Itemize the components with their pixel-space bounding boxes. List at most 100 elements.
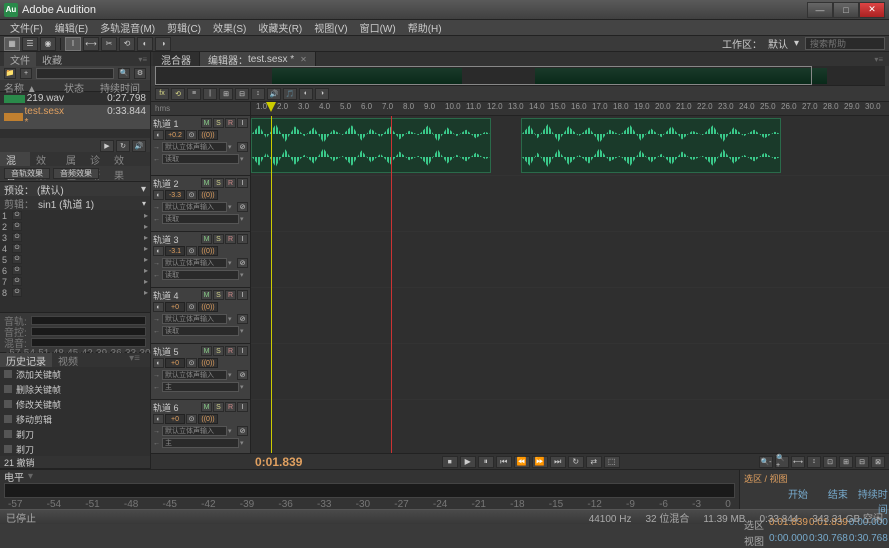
record-button[interactable]: R (225, 234, 236, 244)
input-dropdown[interactable]: 默认立体声输入 (162, 314, 227, 324)
record-button[interactable]: R (225, 118, 236, 128)
record-button[interactable]: R (225, 178, 236, 188)
track-header[interactable]: 轨道 6MSRI ◐+0⊙((0)) →默认立体声输入▾⊘ ←主▾ (151, 400, 250, 453)
track-header[interactable]: 轨道 2MSRI ◐-3.3⊙((0)) →默认立体声输入▾⊘ ←读取▾ (151, 176, 250, 232)
menu-item[interactable]: 帮助(H) (402, 20, 448, 35)
solo-button[interactable]: S (213, 118, 224, 128)
video-tab[interactable]: 视频 (52, 353, 84, 367)
files-tab[interactable]: 文件 (4, 52, 36, 67)
mute-button[interactable]: M (201, 346, 212, 356)
help-search-input[interactable] (805, 37, 885, 50)
fx-chevron-icon[interactable]: ▸ (144, 233, 148, 242)
record-button[interactable]: R (225, 290, 236, 300)
record-button[interactable]: R (225, 402, 236, 412)
tool-button[interactable]: ⟷ (83, 37, 99, 51)
fx-power-icon[interactable]: ⏻ (12, 222, 22, 231)
fx-power-icon[interactable]: ⏻ (12, 266, 22, 275)
monitor-button[interactable]: I (237, 290, 248, 300)
mute-button[interactable]: M (201, 178, 212, 188)
menu-item[interactable]: 剪辑(C) (161, 20, 207, 35)
track-fx-button[interactable]: 音轨效果 (4, 168, 50, 179)
pan-knob[interactable]: ((0)) (198, 302, 218, 312)
zoom-button[interactable]: 🔍- (759, 456, 773, 468)
fx-power-icon[interactable]: ⏻ (12, 255, 22, 264)
track-lane[interactable] (251, 116, 889, 176)
editor-panel-menu-icon[interactable]: ▾≡ (874, 55, 883, 64)
track-lane[interactable] (251, 400, 889, 453)
track-header[interactable]: 轨道 3MSRI ◐-3.1⊙((0)) →默认立体声输入▾⊘ ←读取▾ (151, 232, 250, 288)
playhead-marker[interactable] (266, 102, 276, 112)
track-lane[interactable] (251, 344, 889, 400)
open-file-icon[interactable]: 📁 (4, 68, 16, 79)
fx-power-icon[interactable]: ⏻ (12, 233, 22, 242)
preview-button[interactable]: 🔊 (132, 140, 146, 152)
output-dropdown[interactable]: 读取 (162, 326, 239, 336)
record-button[interactable]: R (225, 346, 236, 356)
workspace-chevron-icon[interactable]: ▾ (794, 38, 799, 49)
volume-knob[interactable]: +0.2 (165, 130, 185, 140)
input-dropdown[interactable]: 默认立体声输入 (162, 370, 227, 380)
volume-knob[interactable]: +0 (165, 302, 185, 312)
output-dropdown[interactable]: 读取 (162, 270, 239, 280)
mute-button[interactable]: M (201, 234, 212, 244)
fx-chevron-icon[interactable]: ▸ (144, 255, 148, 264)
track-tool-button[interactable]: ↕ (251, 88, 265, 100)
selview-value[interactable]: 0:30.768 (809, 533, 848, 548)
fx-chevron-icon[interactable]: ▸ (144, 266, 148, 275)
solo-button[interactable]: S (213, 234, 224, 244)
zoom-button[interactable]: ↕ (807, 456, 821, 468)
track-tool-button[interactable]: | (203, 88, 217, 100)
zoom-button[interactable]: ⟷ (791, 456, 805, 468)
files-filter-dropdown[interactable] (36, 68, 114, 79)
mixer-view-tab[interactable]: 混合器 (153, 52, 200, 66)
selview-value[interactable]: 0:30.768 (849, 533, 888, 548)
ruler-unit[interactable]: hms (151, 102, 251, 115)
overview-selection[interactable] (155, 66, 812, 85)
file-row[interactable]: 219.wav0:27.798 (0, 92, 150, 105)
preview-button[interactable]: ↻ (116, 140, 130, 152)
tool-button[interactable]: I (65, 37, 81, 51)
transport-button[interactable]: ⏮ (496, 456, 512, 468)
output-dropdown[interactable]: 读取 (162, 154, 239, 164)
fx-power-icon[interactable]: ⏻ (12, 211, 22, 220)
selview-value[interactable]: 0:00.000 (769, 533, 808, 548)
mixer-tab[interactable]: 效果组 (30, 152, 60, 166)
minimize-button[interactable]: — (807, 2, 833, 18)
track-tool-button[interactable]: ⊟ (235, 88, 249, 100)
menu-item[interactable]: 多轨混音(M) (94, 20, 161, 35)
maximize-button[interactable]: □ (833, 2, 859, 18)
mixer-tab[interactable]: 属性 (60, 152, 84, 166)
solo-button[interactable]: S (213, 402, 224, 412)
files-search-icon[interactable]: 🔍 (118, 68, 130, 79)
output-dropdown[interactable]: 主 (162, 438, 239, 448)
mixer-tab[interactable]: 效果组 (108, 152, 138, 166)
transport-button[interactable]: ⏪ (514, 456, 530, 468)
zoom-button[interactable]: ⊞ (839, 456, 853, 468)
column-header[interactable]: 名称 ▲ (4, 80, 64, 91)
playhead-line[interactable] (271, 116, 272, 453)
monitor-button[interactable]: I (237, 178, 248, 188)
fx-chevron-icon[interactable]: ▸ (144, 244, 148, 253)
track-tool-button[interactable]: ◑ (315, 88, 329, 100)
zoom-button[interactable]: ⊟ (855, 456, 869, 468)
output-dropdown[interactable]: 读取 (162, 214, 239, 224)
volume-knob[interactable]: -3.1 (165, 246, 185, 256)
levels-menu-icon[interactable]: ▾ (28, 471, 33, 482)
volume-knob[interactable]: +0 (165, 414, 185, 424)
track-tool-button[interactable]: ≡ (187, 88, 201, 100)
file-row[interactable]: test.sesx *0:33.844 (0, 105, 150, 129)
mixer-tab[interactable]: 混音器 (0, 152, 30, 166)
monitor-button[interactable]: I (237, 402, 248, 412)
menu-item[interactable]: 收藏夹(R) (252, 20, 308, 35)
favorites-tab[interactable]: 收藏 (36, 52, 68, 67)
monitor-button[interactable]: I (237, 346, 248, 356)
history-menu-icon[interactable]: ▾≡ (123, 353, 146, 367)
pan-knob[interactable]: ((0)) (198, 130, 218, 140)
history-item[interactable]: 移动剪辑 (0, 412, 150, 427)
menu-item[interactable]: 编辑(E) (49, 20, 94, 35)
tool-button[interactable]: ◑ (155, 37, 171, 51)
transport-button[interactable]: ⏹ (442, 456, 458, 468)
mute-button[interactable]: M (201, 118, 212, 128)
history-item[interactable]: 剃刀 (0, 442, 150, 457)
pan-knob[interactable]: ((0)) (198, 358, 218, 368)
